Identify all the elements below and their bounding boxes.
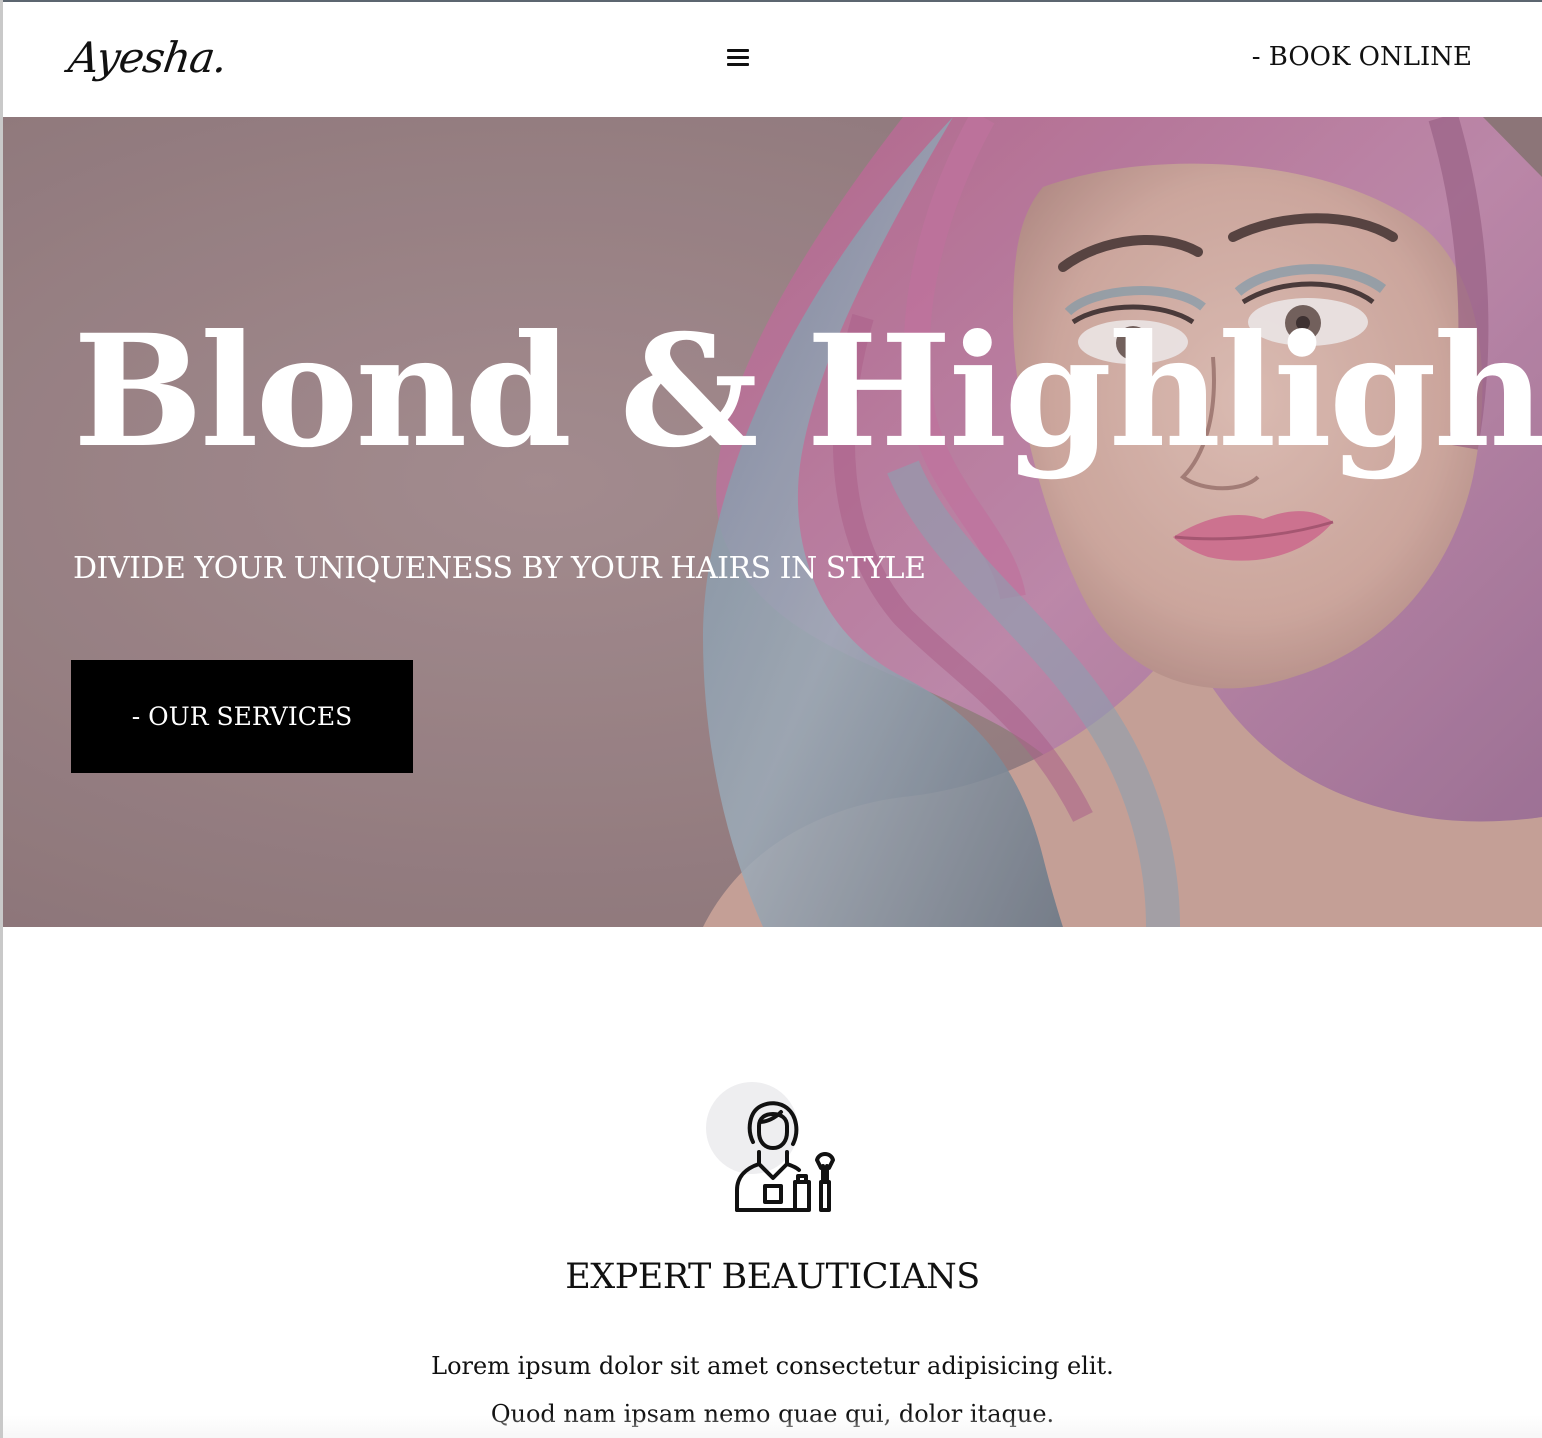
brand-logo[interactable]: Ayesha.: [65, 28, 231, 88]
feature-section: EXPERT BEAUTICIANS Lorem ipsum dolor sit…: [3, 927, 1542, 1438]
window-left-border: [0, 0, 3, 1438]
hero-subtitle: DIVIDE YOUR UNIQUENESS BY YOUR HAIRS IN …: [73, 551, 926, 586]
bottom-fade: [3, 1415, 1542, 1438]
site-header: Ayesha. - BOOK ONLINE: [3, 2, 1542, 117]
feature-description-line: Lorem ipsum dolor sit amet consectetur a…: [431, 1352, 1114, 1380]
beautician-icon: [735, 1101, 835, 1212]
menu-bar: [727, 63, 749, 66]
hero-title: Blond & Highlight: [73, 301, 1542, 482]
book-online-link[interactable]: - BOOK ONLINE: [1252, 42, 1472, 72]
feature-icon-container: [703, 1082, 843, 1222]
hero-banner: Blond & Highlight DIVIDE YOUR UNIQUENESS…: [3, 117, 1542, 927]
feature-title: EXPERT BEAUTICIANS: [565, 1257, 980, 1297]
hero-overlay: [3, 117, 1542, 927]
menu-bar: [727, 49, 749, 52]
menu-bar: [727, 56, 749, 59]
our-services-button[interactable]: - OUR SERVICES: [71, 660, 413, 773]
hamburger-menu-icon[interactable]: [725, 46, 751, 72]
